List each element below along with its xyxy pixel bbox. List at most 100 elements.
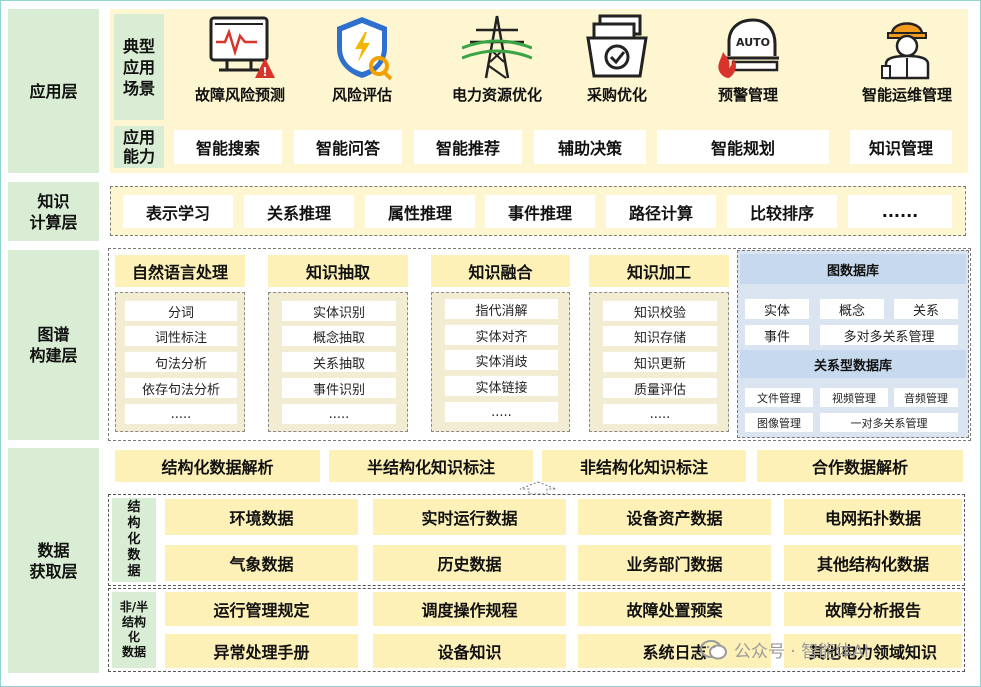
- graph-db-item: 概念: [820, 299, 884, 319]
- fusion-item-ellipsis: .....: [445, 402, 558, 422]
- compute-item-ellipsis: ......: [848, 195, 952, 228]
- fusion-item: 实体对齐: [445, 325, 558, 345]
- processing-item: 质量评估: [603, 378, 717, 398]
- capability-recommend: 智能推荐: [414, 130, 522, 164]
- nlp-item: 句法分析: [125, 352, 237, 372]
- graph-db-item: 关系: [894, 299, 958, 319]
- unstructured-data-label: 非/半 结构 化 数据: [112, 592, 156, 668]
- layer-label-application: 应用层: [8, 9, 99, 173]
- typical-scene-label: 典型 应用 场景: [114, 14, 164, 120]
- relational-db-item: 音频管理: [894, 388, 958, 407]
- capability-planning: 智能规划: [657, 130, 829, 164]
- auto-badge: AUTO: [736, 36, 770, 49]
- scene-label: 风险评估: [331, 86, 392, 104]
- processing-item: 知识存储: [603, 326, 717, 346]
- relational-db-item: 文件管理: [745, 388, 813, 407]
- scene-label: 采购优化: [586, 86, 647, 104]
- compute-item: 表示学习: [123, 195, 233, 228]
- graph-db-header: 图数据库: [740, 254, 966, 284]
- parse-item: 半结构化知识标注: [329, 450, 533, 482]
- parse-item: 结构化数据解析: [115, 450, 320, 482]
- fusion-body: 指代消解 实体对齐 实体消歧 实体链接 .....: [431, 292, 570, 432]
- shield-search-icon: [337, 17, 393, 81]
- extraction-header: 知识抽取: [268, 255, 408, 287]
- scene-label: 智能运维管理: [861, 86, 952, 104]
- layer-label-graph-build: 图谱 构建层: [8, 250, 99, 440]
- worker-icon: [881, 22, 930, 80]
- structured-data-item: 电网拓扑数据: [784, 499, 962, 535]
- capability-search: 智能搜索: [174, 130, 282, 164]
- structured-data-item: 实时运行数据: [373, 499, 566, 535]
- scene-purchase: 采购优化: [552, 12, 682, 105]
- scene-risk-assess: 风险评估: [297, 12, 427, 105]
- parse-item: 非结构化知识标注: [542, 450, 746, 482]
- fusion-item: 实体消歧: [445, 350, 558, 370]
- extraction-item: 概念抽取: [282, 326, 396, 346]
- extraction-item: 事件识别: [282, 378, 396, 398]
- nlp-item-ellipsis: .....: [125, 404, 237, 424]
- fusion-item: 指代消解: [445, 299, 558, 319]
- extraction-body: 实体识别 概念抽取 关系抽取 事件识别 .....: [268, 292, 408, 432]
- scene-alert: AUTO 预警管理: [683, 12, 813, 105]
- capability-knowledge-mgmt: 知识管理: [850, 130, 952, 164]
- structured-data-item: 环境数据: [165, 499, 358, 535]
- unstructured-data-item: 故障处置预案: [578, 592, 771, 626]
- compute-item: 事件推理: [485, 195, 595, 228]
- watermark-text: 公众号 · 智能体AI: [734, 642, 869, 662]
- structured-data-item: 设备资产数据: [578, 499, 771, 535]
- extraction-item-ellipsis: .....: [282, 404, 396, 424]
- processing-body: 知识校验 知识存储 知识更新 质量评估 .....: [589, 292, 729, 432]
- nlp-item: 分词: [125, 301, 237, 321]
- structured-data-item: 业务部门数据: [578, 545, 771, 581]
- nlp-header: 自然语言处理: [115, 255, 245, 287]
- processing-header: 知识加工: [589, 255, 729, 287]
- structured-data-item: 气象数据: [165, 545, 358, 581]
- unstructured-data-item: 故障分析报告: [784, 592, 962, 626]
- layer-label-knowledge-compute: 知识 计算层: [8, 182, 99, 241]
- scene-label: 预警管理: [717, 86, 778, 104]
- processing-item-ellipsis: .....: [603, 404, 717, 424]
- extraction-item: 关系抽取: [282, 352, 396, 372]
- compute-item: 属性推理: [365, 195, 475, 228]
- scene-fault-risk: ! 故障风险预测: [175, 12, 305, 105]
- extraction-item: 实体识别: [282, 301, 396, 321]
- relational-db-item: 图像管理: [745, 413, 813, 432]
- fusion-item: 实体链接: [445, 376, 558, 396]
- scene-power-resource: 电力资源优化: [432, 12, 562, 105]
- scene-label: 故障风险预测: [194, 86, 285, 104]
- layer-label-data-acquire: 数据 获取层: [8, 448, 99, 673]
- nlp-body: 分词 词性标注 句法分析 依存句法分析 .....: [115, 292, 245, 432]
- relational-db-header: 关系型数据库: [740, 350, 966, 378]
- up-arrow-icon: [519, 481, 557, 495]
- relational-db-item: 一对多关系管理: [820, 413, 958, 432]
- structured-data-item: 其他结构化数据: [784, 545, 962, 581]
- compute-item: 关系推理: [244, 195, 354, 228]
- parse-item: 合作数据解析: [757, 450, 963, 482]
- capability-label: 应用 能力: [114, 126, 164, 168]
- compute-item: 比较排序: [727, 195, 837, 228]
- fusion-header: 知识融合: [431, 255, 570, 287]
- power-tower-icon: [462, 15, 532, 79]
- graph-db-item: 事件: [745, 325, 809, 345]
- scene-ops: 智能运维管理: [842, 12, 972, 105]
- fault-monitor-icon: !: [209, 16, 275, 79]
- wechat-icon: [700, 639, 727, 659]
- nlp-item: 词性标注: [125, 326, 237, 346]
- processing-item: 知识校验: [603, 301, 717, 321]
- capability-qa: 智能问答: [294, 130, 402, 164]
- capability-decision: 辅助决策: [534, 130, 646, 164]
- structured-data-item: 历史数据: [373, 545, 566, 581]
- nlp-item: 依存句法分析: [125, 378, 237, 398]
- graph-db-item: 多对多关系管理: [820, 325, 958, 345]
- unstructured-data-item: 调度操作规程: [373, 592, 566, 626]
- unstructured-data-item: 异常处理手册: [165, 634, 358, 668]
- svg-text:!: !: [262, 65, 267, 79]
- scene-label: 电力资源优化: [451, 86, 542, 104]
- watermark: 公众号 · 智能体AI: [700, 637, 869, 662]
- relational-db-item: 视频管理: [820, 388, 888, 407]
- processing-item: 知识更新: [603, 352, 717, 372]
- unstructured-data-item: 运行管理规定: [165, 592, 358, 626]
- graph-db-item: 实体: [745, 299, 809, 319]
- unstructured-data-item: 设备知识: [373, 634, 566, 668]
- purchase-check-icon: [586, 14, 648, 78]
